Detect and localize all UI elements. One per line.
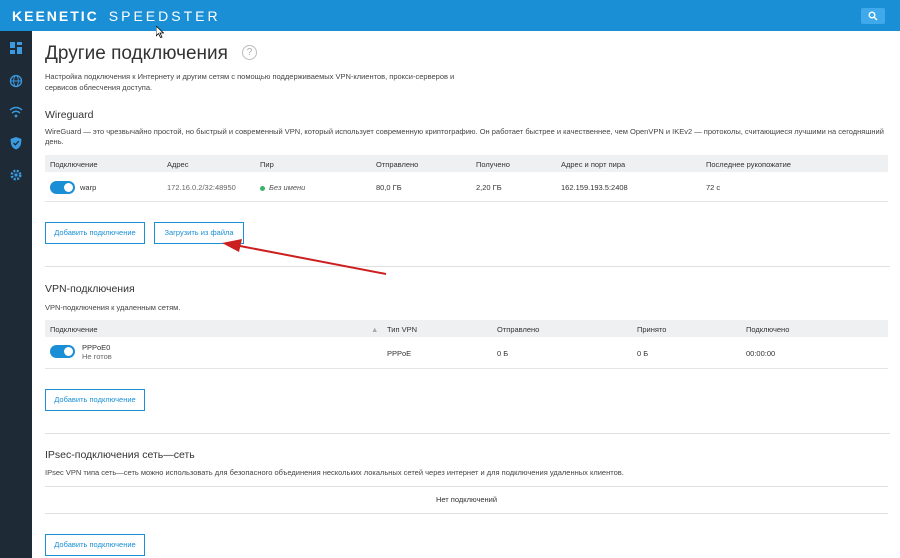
annotation-arrow-icon — [222, 239, 387, 275]
mouse-cursor-icon — [156, 26, 164, 38]
